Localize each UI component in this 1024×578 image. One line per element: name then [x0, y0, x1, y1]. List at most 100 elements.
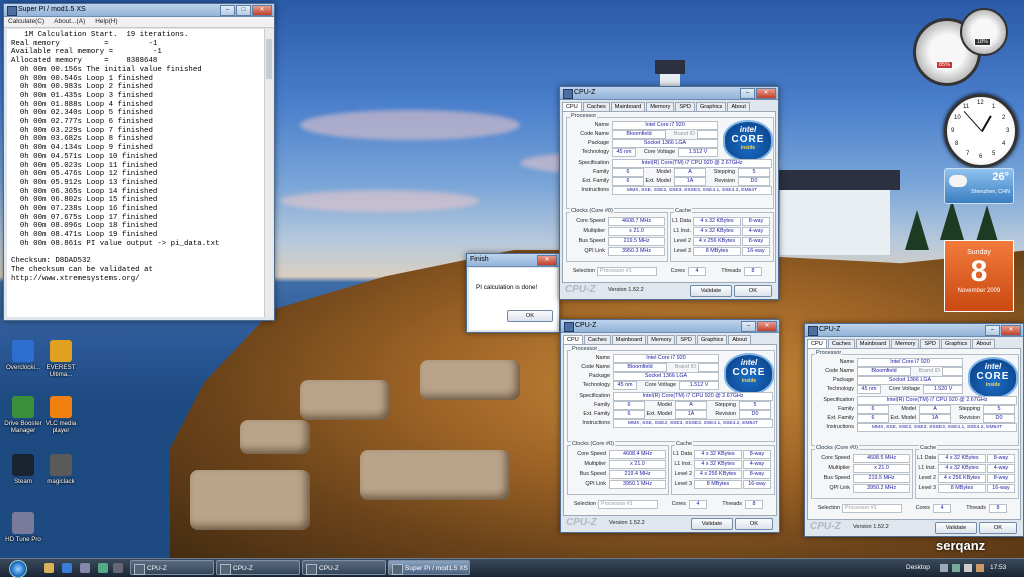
taskbar-clock[interactable]: 17:53	[990, 559, 1018, 577]
finish-dialog[interactable]: Finish ✕ PI calculation is done! OK	[466, 253, 560, 333]
sky-cloud	[300, 110, 520, 140]
cpuz-window-2[interactable]: CPU-Z – ✕ CPU Caches Mainboard Memory SP…	[560, 319, 780, 533]
value-family: 6	[612, 168, 644, 177]
clock-number: 11	[963, 104, 970, 110]
scrollbar-thumb[interactable]	[266, 39, 272, 79]
processor-select[interactable]: Processor #1	[598, 500, 658, 509]
validate-button[interactable]: Validate	[690, 285, 732, 297]
tab-mainboard[interactable]: Mainboard	[610, 102, 646, 111]
value-threads: 8	[744, 267, 762, 276]
maximize-button[interactable]: □	[236, 5, 251, 16]
label-cores: Cores	[671, 501, 686, 507]
close-button[interactable]: ✕	[756, 88, 776, 99]
validate-button[interactable]: Validate	[691, 518, 733, 530]
tab-memory[interactable]: Memory	[646, 102, 675, 111]
tab-caches[interactable]: Caches	[582, 102, 610, 111]
label-multiplier: Multiplier	[583, 228, 605, 234]
value-level2-way: 8-way	[742, 237, 770, 246]
cpuz-logo: CPU-Z	[565, 284, 596, 295]
value-bus-speed: 219.5 MHz	[853, 474, 910, 483]
tab-cpu[interactable]: CPU	[563, 335, 583, 344]
tray-icon[interactable]	[976, 564, 984, 572]
ok-button[interactable]: OK	[507, 310, 553, 322]
value-l1-inst: 4 x 32 KBytes	[938, 464, 986, 473]
tab-mainboard[interactable]: Mainboard	[855, 339, 891, 348]
tab-mainboard[interactable]: Mainboard	[611, 335, 647, 344]
quick-launch-icon[interactable]	[113, 563, 123, 573]
desktop-icon-everest[interactable]: EVEREST Ultima...	[38, 340, 84, 378]
desktop-icon-vlc[interactable]: VLC media player	[38, 396, 84, 434]
tab-cpu[interactable]: CPU	[807, 339, 827, 348]
desktop-icon-magiclack[interactable]: magiclack	[38, 454, 84, 485]
taskbar-item-cpuz[interactable]: CPU-Z	[216, 560, 300, 575]
menu-calculate[interactable]: Calculate(C)	[8, 17, 44, 27]
tab-graphics[interactable]: Graphics	[695, 102, 727, 111]
label-level3: Level 3	[674, 481, 692, 487]
tab-memory[interactable]: Memory	[647, 335, 676, 344]
tab-about[interactable]: About	[727, 102, 750, 111]
group-title: Cache	[919, 445, 938, 451]
validate-button[interactable]: Validate	[935, 522, 977, 534]
superpi-titlebar[interactable]: Super PI / mod1.5 XS – □ ✕	[4, 4, 274, 17]
close-button[interactable]: ✕	[252, 5, 272, 16]
tab-spd[interactable]: SPD	[676, 335, 696, 344]
desktop-icon-hd-tune[interactable]: HD Tune Pro	[0, 512, 46, 543]
close-button[interactable]: ✕	[1001, 325, 1021, 336]
window-title: CPU-Z	[819, 326, 841, 333]
menu-about[interactable]: About...(A)	[54, 17, 85, 27]
tab-about[interactable]: About	[972, 339, 995, 348]
value-core-voltage: 1.520 V	[923, 385, 963, 394]
tray-icon[interactable]	[940, 564, 948, 572]
cache-group: Cache L1 Data 4 x 32 KBytes 8-way L1 Ins…	[671, 441, 775, 495]
ok-button[interactable]: OK	[734, 285, 772, 297]
label-brand-id: Brand ID	[918, 368, 940, 374]
media-player-icon[interactable]	[80, 563, 90, 573]
start-button[interactable]	[2, 559, 32, 578]
tab-graphics[interactable]: Graphics	[696, 335, 728, 344]
tab-spd[interactable]: SPD	[920, 339, 940, 348]
explorer-icon[interactable]	[44, 563, 54, 573]
superpi-window[interactable]: Super PI / mod1.5 XS – □ ✕ Calculate(C) …	[3, 3, 275, 321]
minimize-button[interactable]: –	[740, 88, 755, 99]
tab-about[interactable]: About	[728, 335, 751, 344]
minimize-button[interactable]: –	[741, 321, 756, 332]
taskbar-item-cpuz[interactable]: CPU-Z	[130, 560, 214, 575]
weather-gadget[interactable]: 26° Shenzhen, CHN	[944, 168, 1014, 204]
tab-memory[interactable]: Memory	[891, 339, 920, 348]
close-button[interactable]: ✕	[537, 255, 557, 266]
volume-icon[interactable]	[964, 564, 972, 572]
network-icon[interactable]	[952, 564, 960, 572]
clock-gadget[interactable]: 12 1 2 3 4 5 6 7 8 9 10 11	[944, 94, 1018, 168]
memory-meter-gadget[interactable]: 18%	[960, 8, 1008, 56]
taskbar-item-cpuz[interactable]: CPU-Z	[302, 560, 386, 575]
desktop-toolbar-label[interactable]: Desktop	[906, 559, 936, 577]
processor-select[interactable]: Processor #1	[842, 504, 902, 513]
cpuz-titlebar[interactable]: CPU-Z – ✕	[560, 87, 778, 100]
tab-spd[interactable]: SPD	[675, 102, 695, 111]
ie-icon[interactable]	[62, 563, 72, 573]
cpuz-titlebar[interactable]: CPU-Z – ✕	[805, 324, 1023, 337]
vertical-scrollbar[interactable]	[264, 29, 273, 317]
cpuz-titlebar[interactable]: CPU-Z – ✕	[561, 320, 779, 333]
processor-select[interactable]: Processor #1	[597, 267, 657, 276]
minimize-button[interactable]: –	[985, 325, 1000, 336]
clock-number: 2	[1002, 115, 1006, 121]
ok-button[interactable]: OK	[979, 522, 1017, 534]
close-button[interactable]: ✕	[757, 321, 777, 332]
show-desktop-icon[interactable]	[98, 563, 108, 573]
tab-graphics[interactable]: Graphics	[940, 339, 972, 348]
cache-group: Cache L1 Data 4 x 32 KBytes 8-way L1 Ins…	[670, 208, 774, 262]
cpuz-window-1[interactable]: CPU-Z – ✕ CPU Caches Mainboard Memory SP…	[559, 86, 779, 300]
finish-titlebar[interactable]: Finish ✕	[467, 254, 559, 267]
cache-group: Cache L1 Data 4 x 32 KBytes 8-way L1 Ins…	[915, 445, 1019, 499]
minimize-button[interactable]: –	[220, 5, 235, 16]
taskbar-item-superpi[interactable]: Super PI / mod1.5 XS	[388, 560, 470, 575]
tab-caches[interactable]: Caches	[583, 335, 611, 344]
calendar-gadget[interactable]: Sunday 8 November 2009	[944, 240, 1014, 312]
label-specification: Specification	[578, 160, 609, 166]
tab-caches[interactable]: Caches	[827, 339, 855, 348]
ok-button[interactable]: OK	[735, 518, 773, 530]
cpuz-window-3[interactable]: CPU-Z – ✕ CPU Caches Mainboard Memory SP…	[804, 323, 1024, 537]
menu-help[interactable]: Help(H)	[95, 17, 117, 27]
tab-cpu[interactable]: CPU	[562, 102, 582, 111]
